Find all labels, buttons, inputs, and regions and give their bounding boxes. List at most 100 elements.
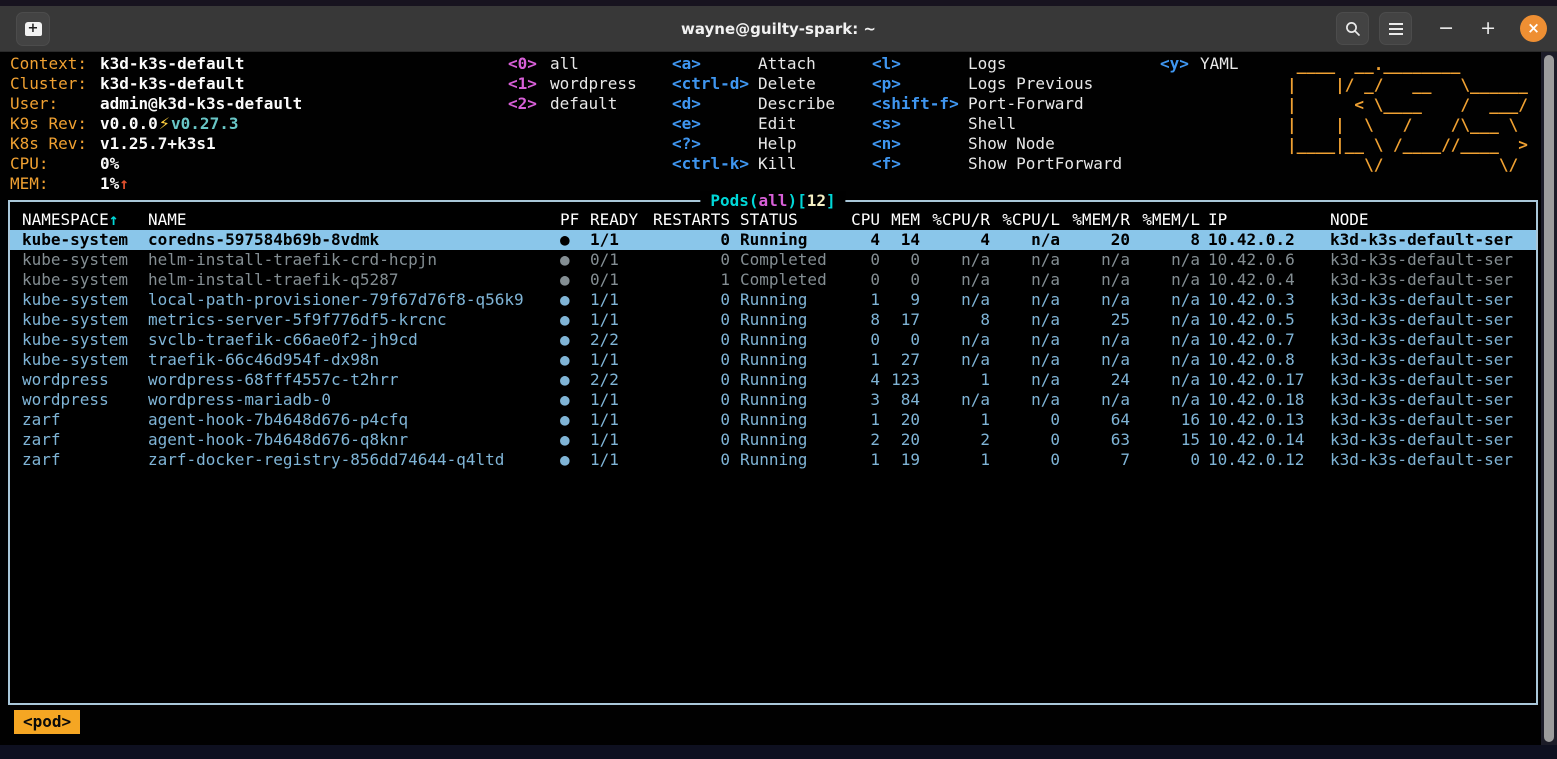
cell-mem_l: n/a	[1130, 310, 1200, 330]
table-row[interactable]: kube-systemlocal-path-provisioner-79f67d…	[10, 290, 1536, 310]
info-label: CPU:	[10, 154, 100, 174]
hotkey-item: <2>default	[508, 94, 637, 114]
cell-mem_r: 20	[1060, 230, 1130, 250]
cell-mem: 9	[880, 290, 920, 310]
cell-cpu_r: 1	[920, 370, 990, 390]
titlebar-controls: − + ×	[1326, 6, 1547, 51]
cell-cpu: 4	[850, 370, 880, 390]
cell-node: k3d-k3s-default-ser	[1330, 450, 1536, 470]
cell-ip: 10.42.0.12	[1200, 450, 1330, 470]
title-resource: Pods	[710, 191, 749, 210]
table-row[interactable]: zarfagent-hook-7b4648d676-p4cfq●1/10Runn…	[10, 410, 1536, 430]
cell-mem_r: 63	[1060, 430, 1130, 450]
header-restarts: RESTARTS	[652, 210, 730, 230]
cell-cpu_r: n/a	[920, 270, 990, 290]
hotkey-key: <n>	[872, 134, 968, 154]
search-button[interactable]	[1336, 12, 1369, 45]
cell-ip: 10.42.0.2	[1200, 230, 1330, 250]
mem-up-arrow-icon: ↑	[119, 174, 129, 194]
cell-status: Running	[730, 310, 850, 330]
table-row[interactable]: kube-systemhelm-install-traefik-q5287●0/…	[10, 270, 1536, 290]
table-row[interactable]: kube-systemmetrics-server-5f9f776df5-krc…	[10, 310, 1536, 330]
header-ready: READY	[590, 210, 652, 230]
hotkey-label: YAML	[1200, 54, 1239, 74]
hotkey-item: <s>Shell	[872, 114, 1122, 134]
cell-mem: 17	[880, 310, 920, 330]
cell-cpu_l: n/a	[990, 330, 1060, 350]
hotkey-label: Delete	[758, 74, 816, 94]
cell-mem: 0	[880, 250, 920, 270]
cell-name: coredns-597584b69b-8vdmk	[148, 230, 560, 250]
info-label: K9s Rev:	[10, 114, 100, 134]
window-title: wayne@guilty-spark: ~	[681, 20, 876, 38]
cell-namespace: wordpress	[22, 390, 148, 410]
cell-mem_l: 0	[1130, 450, 1200, 470]
terminal-window: + wayne@guilty-spark: ~ − + × Context:k3…	[0, 0, 1557, 759]
hotkey-label: Shell	[968, 114, 1016, 134]
hotkey-label: Describe	[758, 94, 835, 114]
hotkey-key: <ctrl-k>	[672, 154, 758, 174]
cell-status: Completed	[730, 250, 850, 270]
header-pf: PF	[560, 210, 590, 230]
scrollbar-thumb[interactable]	[1544, 55, 1554, 742]
table-row[interactable]: kube-systemsvclb-traefik-c66ae0f2-jh9cd●…	[10, 330, 1536, 350]
titlebar: + wayne@guilty-spark: ~ − + ×	[0, 6, 1557, 52]
cell-cpu_l: n/a	[990, 390, 1060, 410]
cell-restarts: 0	[652, 230, 730, 250]
table-row[interactable]: zarfagent-hook-7b4648d676-q8knr●1/10Runn…	[10, 430, 1536, 450]
k9s-terminal: Context:k3d-k3s-defaultCluster:k3d-k3s-d…	[0, 52, 1557, 745]
table-row[interactable]: kube-systemtraefik-66c46d954f-dx98n●1/10…	[10, 350, 1536, 370]
maximize-button[interactable]: +	[1480, 19, 1496, 38]
cell-status: Running	[730, 430, 850, 450]
cell-cpu_l: n/a	[990, 270, 1060, 290]
cell-cpu: 3	[850, 390, 880, 410]
cell-ready: 1/1	[590, 290, 652, 310]
cluster-info-row: K9s Rev:v0.0.0⚡v0.27.3	[10, 114, 302, 134]
table-row[interactable]: kube-systemhelm-install-traefik-crd-hcpj…	[10, 250, 1536, 270]
hotkey-key: <s>	[872, 114, 968, 134]
hotkey-item: <e>Edit	[672, 114, 835, 134]
minimize-button[interactable]: −	[1438, 19, 1454, 38]
cell-cpu_l: 0	[990, 410, 1060, 430]
cell-ip: 10.42.0.4	[1200, 270, 1330, 290]
cell-mem_r: 25	[1060, 310, 1130, 330]
table-row[interactable]: kube-systemcoredns-597584b69b-8vdmk●1/10…	[10, 230, 1536, 250]
cluster-info-panel: Context:k3d-k3s-defaultCluster:k3d-k3s-d…	[10, 54, 302, 194]
cell-cpu_r: n/a	[920, 290, 990, 310]
cell-cpu_r: 4	[920, 230, 990, 250]
cell-ip: 10.42.0.8	[1200, 350, 1330, 370]
cell-mem_l: n/a	[1130, 370, 1200, 390]
upgrade-bolt-icon: ⚡	[159, 114, 170, 134]
cell-cpu_r: n/a	[920, 330, 990, 350]
close-button[interactable]: ×	[1520, 15, 1547, 42]
cell-mem_r: 24	[1060, 370, 1130, 390]
cell-cpu_l: 0	[990, 430, 1060, 450]
cell-restarts: 0	[652, 290, 730, 310]
cell-status: Completed	[730, 270, 850, 290]
table-row[interactable]: wordpresswordpress-mariadb-0●1/10Running…	[10, 390, 1536, 410]
cell-cpu: 0	[850, 250, 880, 270]
cluster-info-row: K8s Rev:v1.25.7+k3s1	[10, 134, 302, 154]
cell-node: k3d-k3s-default-ser	[1330, 270, 1536, 290]
new-tab-button[interactable]: +	[16, 12, 50, 46]
cell-node: k3d-k3s-default-ser	[1330, 230, 1536, 250]
cell-ready: 0/1	[590, 270, 652, 290]
cell-node: k3d-k3s-default-ser	[1330, 290, 1536, 310]
info-label: K8s Rev:	[10, 134, 100, 154]
cell-ready: 1/1	[590, 430, 652, 450]
cell-restarts: 0	[652, 450, 730, 470]
cell-name: helm-install-traefik-q5287	[148, 270, 560, 290]
cell-status: Running	[730, 350, 850, 370]
scrollbar-track[interactable]	[1541, 52, 1557, 745]
cell-node: k3d-k3s-default-ser	[1330, 350, 1536, 370]
info-value: v1.25.7+k3s1	[100, 134, 216, 154]
table-row[interactable]: wordpresswordpress-68fff4557c-t2hrr●2/20…	[10, 370, 1536, 390]
cell-namespace: kube-system	[22, 290, 148, 310]
cell-ip: 10.42.0.13	[1200, 410, 1330, 430]
cell-namespace: kube-system	[22, 310, 148, 330]
new-tab-icon: +	[25, 22, 42, 36]
table-row[interactable]: zarfzarf-docker-registry-856dd74644-q4lt…	[10, 450, 1536, 470]
cell-name: local-path-provisioner-79f67d76f8-q56k9	[148, 290, 560, 310]
hotkey-label: default	[550, 94, 617, 114]
menu-button[interactable]	[1379, 12, 1412, 45]
